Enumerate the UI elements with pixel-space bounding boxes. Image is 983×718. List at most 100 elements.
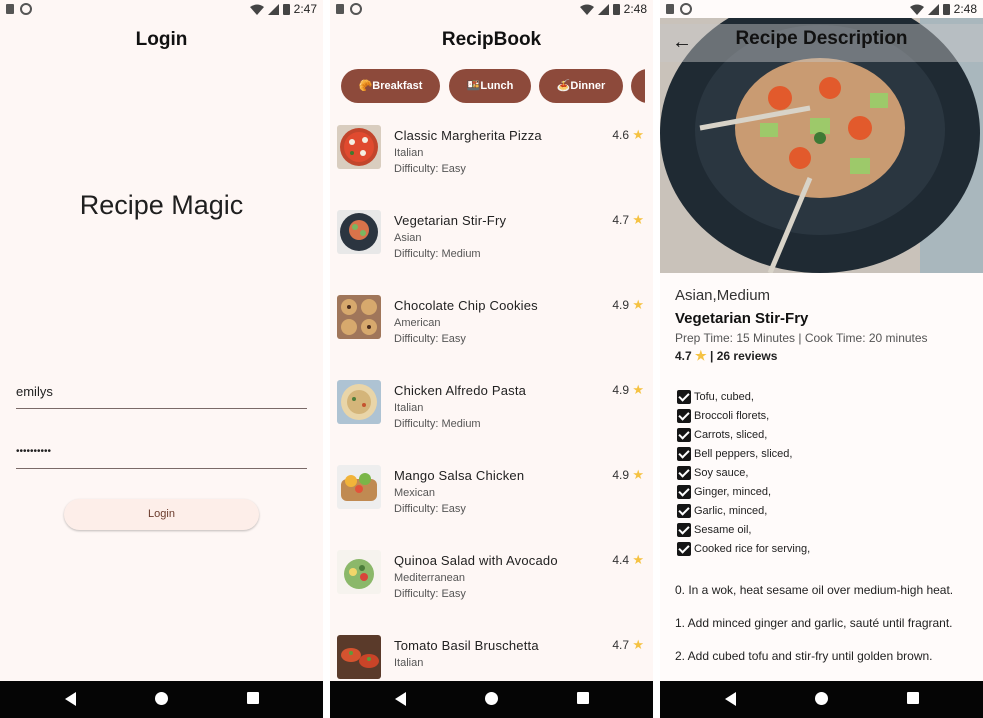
star-icon: ★ — [632, 382, 644, 397]
ingredient-label: Ginger, minced, — [694, 486, 772, 498]
recipe-cuisine: Italian — [394, 147, 424, 159]
recipe-difficulty: Difficulty: Easy — [394, 333, 466, 345]
recipe-list-item[interactable]: Tomato Basil Bruschetta Italian 4.7 ★ — [330, 626, 653, 681]
recipe-difficulty: Difficulty: Easy — [394, 588, 466, 600]
category-chip-dinner[interactable]: 🍝Dinner — [539, 69, 623, 103]
star-icon: ★ — [632, 297, 644, 312]
ingredient-item[interactable]: Garlic, minced, — [677, 503, 977, 521]
recipe-thumbnail — [337, 210, 381, 254]
star-icon: ★ — [632, 212, 644, 227]
recipe-difficulty: Difficulty: Medium — [394, 418, 481, 430]
back-nav-icon[interactable] — [65, 692, 76, 706]
recipe-list-item[interactable]: Chicken Alfredo Pasta Italian Difficulty… — [330, 371, 653, 456]
checkbox-checked-icon[interactable] — [677, 504, 691, 518]
recipe-name: Chicken Alfredo Pasta — [394, 383, 527, 398]
ingredient-item[interactable]: Ginger, minced, — [677, 484, 977, 502]
recipe-list-item[interactable]: Quinoa Salad with Avocado Mediterranean … — [330, 541, 653, 626]
category-chip-more[interactable] — [631, 69, 645, 103]
ingredient-label: Garlic, minced, — [694, 505, 768, 517]
recipe-thumbnail — [337, 550, 381, 594]
ingredient-item[interactable]: Tofu, cubed, — [677, 389, 977, 407]
recipe-list-item[interactable]: Classic Margherita Pizza Italian Difficu… — [330, 116, 653, 201]
review-count: | 26 reviews — [710, 349, 778, 363]
home-nav-icon[interactable] — [155, 692, 168, 705]
ingredient-label: Soy sauce, — [694, 467, 749, 479]
star-icon: ★ — [632, 552, 644, 567]
battery-icon — [282, 4, 290, 15]
recipe-detail-screen: 2:48 ← Recipe Description Asian,Medium V… — [660, 0, 983, 718]
ingredient-item[interactable]: Sesame oil, — [677, 522, 977, 540]
recipe-meta: Asian,Medium — [675, 287, 771, 304]
recipe-list-item[interactable]: Chocolate Chip Cookies American Difficul… — [330, 286, 653, 371]
category-chip-breakfast[interactable]: 🥐Breakfast — [341, 69, 440, 103]
signal-icon — [267, 3, 279, 15]
rating-value: 4.9 — [612, 468, 629, 482]
login-button[interactable]: Login — [64, 499, 259, 530]
recipe-rating-reviews: 4.7 ★ | 26 reviews — [675, 348, 777, 364]
wifi-icon — [909, 4, 924, 15]
ingredient-label: Bell peppers, sliced, — [694, 448, 793, 460]
system-nav-bar — [0, 681, 323, 718]
back-nav-icon[interactable] — [725, 692, 736, 706]
status-bar: 2:47 — [0, 0, 323, 18]
recipe-cuisine: Italian — [394, 657, 424, 669]
sim-icon — [666, 4, 674, 14]
category-icon: 🍱 — [466, 80, 481, 92]
username-field[interactable]: emilys — [16, 378, 307, 409]
ingredient-item[interactable]: Cooked rice for serving, — [677, 541, 977, 559]
ingredient-label: Broccoli florets, — [694, 410, 770, 422]
app-bar: ← Recipe Description — [660, 24, 983, 62]
recents-nav-icon[interactable] — [247, 692, 259, 704]
checkbox-checked-icon[interactable] — [677, 523, 691, 537]
notification-icon — [20, 3, 32, 15]
notification-icon — [680, 3, 692, 15]
ingredient-item[interactable]: Carrots, sliced, — [677, 427, 977, 445]
recipe-rating: 4.7 ★ — [612, 637, 644, 653]
rating-value: 4.7 — [612, 638, 629, 652]
category-icon: 🥐 — [358, 80, 373, 92]
recents-nav-icon[interactable] — [577, 692, 589, 704]
home-nav-icon[interactable] — [485, 692, 498, 705]
recipe-rating: 4.9 ★ — [612, 297, 644, 313]
password-field[interactable]: •••••••••• — [16, 438, 307, 469]
category-chips: 🥐Breakfast 🍱Lunch 🍝Dinner — [341, 69, 645, 103]
recipe-rating: 4.7 ★ — [612, 212, 644, 228]
recipe-rating: 4.4 ★ — [612, 552, 644, 568]
battery-icon — [942, 4, 950, 15]
star-icon: ★ — [632, 637, 644, 652]
category-chip-lunch[interactable]: 🍱Lunch — [449, 69, 531, 103]
password-value: •••••••••• — [16, 446, 52, 457]
checkbox-checked-icon[interactable] — [677, 409, 691, 423]
recipe-thumbnail — [337, 465, 381, 509]
ingredient-label: Tofu, cubed, — [694, 391, 754, 403]
ingredient-item[interactable]: Bell peppers, sliced, — [677, 446, 977, 464]
recipe-name: Mango Salsa Chicken — [394, 468, 525, 483]
recipe-times: Prep Time: 15 Minutes | Cook Time: 20 mi… — [675, 331, 928, 345]
ingredient-item[interactable]: Broccoli florets, — [677, 408, 977, 426]
back-nav-icon[interactable] — [395, 692, 406, 706]
recents-nav-icon[interactable] — [907, 692, 919, 704]
checkbox-checked-icon[interactable] — [677, 390, 691, 404]
home-nav-icon[interactable] — [815, 692, 828, 705]
recipe-name: Classic Margherita Pizza — [394, 128, 542, 143]
recipe-list: Classic Margherita Pizza Italian Difficu… — [330, 116, 653, 681]
system-nav-bar — [330, 681, 653, 718]
checkbox-checked-icon[interactable] — [677, 485, 691, 499]
recipe-thumbnail — [337, 635, 381, 679]
checkbox-checked-icon[interactable] — [677, 466, 691, 480]
recipe-difficulty: Difficulty: Medium — [394, 248, 481, 260]
checkbox-checked-icon[interactable] — [677, 428, 691, 442]
ingredient-item[interactable]: Soy sauce, — [677, 465, 977, 483]
recipe-rating: 4.9 ★ — [612, 467, 644, 483]
instruction-step: 1. Add minced ginger and garlic, sauté u… — [675, 616, 953, 630]
recipe-name: Vegetarian Stir-Fry — [675, 310, 809, 327]
ingredient-label: Sesame oil, — [694, 524, 752, 536]
system-nav-bar — [660, 681, 983, 718]
recipe-thumbnail — [337, 295, 381, 339]
recipe-list-item[interactable]: Vegetarian Stir-Fry Asian Difficulty: Me… — [330, 201, 653, 286]
recipe-cuisine: Mexican — [394, 487, 435, 499]
wifi-icon — [249, 4, 264, 15]
recipe-list-item[interactable]: Mango Salsa Chicken Mexican Difficulty: … — [330, 456, 653, 541]
checkbox-checked-icon[interactable] — [677, 447, 691, 461]
checkbox-checked-icon[interactable] — [677, 542, 691, 556]
